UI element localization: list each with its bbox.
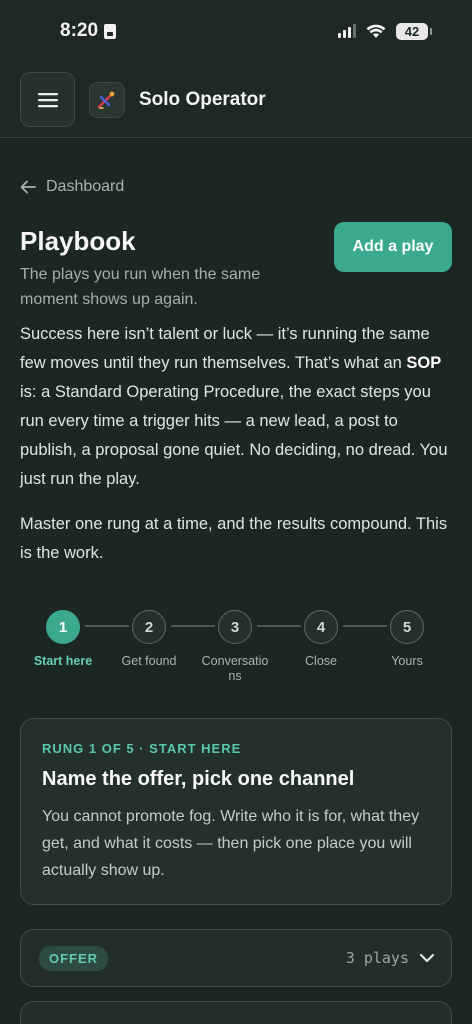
main-content: Dashboard Playbook Add a play The plays …	[0, 178, 472, 1024]
brand-logo-icon	[97, 91, 115, 109]
step-label: Start here	[33, 654, 93, 668]
intro-text-start: Success here isn’t talent or luck — it’s…	[20, 325, 430, 372]
step-4[interactable]: 4 Close	[275, 610, 367, 669]
status-time: 8:20	[60, 20, 99, 41]
status-left: 8:20	[60, 20, 117, 42]
step-label: Yours	[391, 654, 423, 668]
arrow-left-icon	[20, 180, 36, 194]
play-group-offer[interactable]: OFFER 3 plays	[20, 929, 452, 987]
step-number: 4	[304, 610, 338, 644]
rung-description: You cannot promote fog. Write who it is …	[42, 808, 420, 879]
intro-text-end: is: a Standard Operating Procedure, the …	[20, 383, 448, 488]
menu-button[interactable]	[20, 72, 75, 127]
chevron-down-icon[interactable]	[419, 953, 435, 963]
step-number: 3	[218, 610, 252, 644]
status-bar: 8:20 42	[0, 0, 472, 62]
brand-logo[interactable]	[89, 81, 125, 118]
page-subtitle: The plays you run when the same moment s…	[20, 266, 261, 308]
app-name[interactable]: Solo Operator	[139, 89, 266, 111]
step-3[interactable]: 3 Conversatio ns	[189, 610, 281, 684]
step-2[interactable]: 2 Get found	[103, 610, 195, 669]
group-tag: OFFER	[39, 945, 109, 971]
rung-eyebrow: RUNG 1 OF 5 · START HERE	[42, 741, 242, 756]
step-label: Conversatio ns	[201, 654, 269, 683]
wifi-icon	[366, 24, 386, 38]
intro-paragraph-2: Master one rung at a time, and the resul…	[20, 515, 448, 562]
intro-sop-term: SOP	[406, 354, 442, 372]
battery-icon: 42	[396, 22, 432, 40]
group-meta: 3 plays	[346, 949, 435, 967]
add-play-button[interactable]: Add a play	[334, 222, 452, 272]
breadcrumb-label[interactable]: Dashboard	[46, 178, 124, 196]
status-right: 42	[338, 22, 432, 40]
breadcrumb[interactable]: Dashboard	[20, 178, 452, 196]
rung-card: RUNG 1 OF 5 · START HERE Name the offer,…	[20, 718, 452, 905]
signal-icon	[338, 24, 356, 38]
step-label: Close	[305, 654, 337, 668]
page-title: Playbook	[20, 226, 136, 256]
step-5[interactable]: 5 Yours	[361, 610, 453, 669]
step-number: 1	[46, 610, 80, 644]
sim-icon	[104, 23, 117, 39]
step-label: Get found	[121, 654, 177, 668]
play-group-next[interactable]	[20, 1001, 452, 1024]
step-number: 5	[390, 610, 424, 644]
menu-icon	[37, 92, 58, 107]
rung-stepper: 1 Start here 2 Get found 3 Conversatio n…	[17, 610, 453, 683]
app-bar: Solo Operator	[0, 62, 472, 138]
intro-paragraph: Success here isn’t talent or luck — it’s…	[20, 320, 452, 494]
step-number: 2	[132, 610, 166, 644]
rung-title: Name the offer, pick one channel	[42, 768, 355, 790]
plays-count: 3 plays	[345, 949, 409, 967]
step-1[interactable]: 1 Start here	[17, 610, 109, 669]
